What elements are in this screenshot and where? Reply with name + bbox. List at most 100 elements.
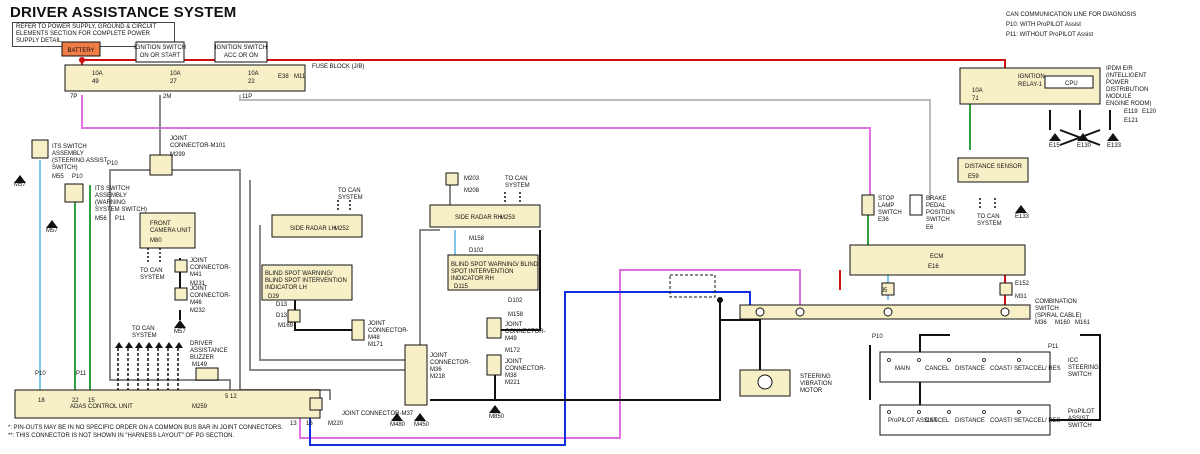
svg-text:JOINT: JOINT: [430, 353, 448, 359]
svg-text:CANCEL: CANCEL: [925, 366, 950, 372]
svg-text:10A: 10A: [972, 88, 983, 94]
svg-text:D13: D13: [276, 302, 288, 308]
svg-text:ProPILOT: ProPILOT: [1068, 409, 1095, 415]
svg-text:71: 71: [972, 96, 979, 102]
switch-contact: [887, 358, 891, 362]
svg-text:PEDAL: PEDAL: [926, 203, 946, 209]
svg-text:TO CAN: TO CAN: [977, 214, 1000, 220]
svg-text:JOINT: JOINT: [505, 359, 523, 365]
svg-text:SIDE RADAR LH: SIDE RADAR LH: [290, 226, 336, 232]
svg-text:(STEERING ASSIST: (STEERING ASSIST: [52, 158, 108, 164]
svg-text:TO CAN: TO CAN: [338, 188, 361, 194]
svg-text:CAMERA UNIT: CAMERA UNIT: [150, 228, 191, 234]
svg-text:(INTELLIGENT: (INTELLIGENT: [1106, 73, 1147, 79]
svg-text:M203: M203: [464, 176, 480, 182]
svg-text:BLIND SPOT INTERVENTION: BLIND SPOT INTERVENTION: [265, 278, 347, 284]
svg-text:CONNECTOR-M101: CONNECTOR-M101: [170, 143, 226, 149]
svg-text:IGNITION: IGNITION: [1018, 74, 1045, 80]
svg-text:M57: M57: [14, 182, 26, 188]
svg-text:12: 12: [230, 394, 237, 400]
svg-text:M450: M450: [414, 422, 430, 428]
svg-text:DISTRIBUTION: DISTRIBUTION: [1106, 87, 1148, 93]
svg-text:M221: M221: [505, 380, 521, 386]
svg-text:49: 49: [92, 79, 99, 85]
svg-text:M57: M57: [46, 228, 58, 234]
svg-text:SIDE RADAR RH: SIDE RADAR RH: [455, 215, 502, 221]
svg-text:JOINT: JOINT: [190, 258, 208, 264]
svg-text:(WARNING: (WARNING: [95, 200, 126, 206]
svg-text:CONNECTOR-: CONNECTOR-: [368, 328, 409, 334]
svg-text:ITS SWITCH: ITS SWITCH: [95, 186, 130, 192]
svg-text:DISTANCE SENSOR: DISTANCE SENSOR: [965, 164, 1023, 170]
svg-text:LAMP: LAMP: [878, 203, 894, 209]
svg-text:M57: M57: [174, 329, 186, 335]
svg-text:E119: E119: [1124, 109, 1138, 115]
svg-text:SWITCH: SWITCH: [878, 210, 902, 216]
switch-contact: [982, 410, 986, 414]
svg-text:E133: E133: [1015, 214, 1030, 220]
svg-text:JOINT: JOINT: [368, 321, 386, 327]
svg-text:22: 22: [248, 79, 255, 85]
svg-text:RELAY-1: RELAY-1: [1018, 82, 1043, 88]
svg-text:IGNITION SWITCH: IGNITION SWITCH: [215, 45, 267, 51]
adas-box: [14, 389, 321, 419]
svg-text:M299: M299: [170, 152, 186, 158]
svg-text:E16: E16: [928, 264, 939, 270]
svg-text:COAST/ SET: COAST/ SET: [990, 366, 1026, 372]
svg-text:16: 16: [306, 421, 313, 427]
svg-text:M169: M169: [278, 323, 294, 329]
switch-contact: [917, 358, 921, 362]
svg-text:CONNECTOR-: CONNECTOR-: [505, 366, 546, 372]
svg-text:M46: M46: [190, 300, 202, 306]
switch-contact: [982, 358, 986, 362]
switch-contact: [1017, 358, 1021, 362]
svg-text:D102: D102: [508, 298, 523, 304]
svg-text:M80: M80: [150, 238, 162, 244]
battery-label: BATTERY: [67, 48, 94, 54]
svg-text:MODULE: MODULE: [1106, 94, 1132, 100]
svg-text:CONNECTOR-: CONNECTOR-: [430, 360, 471, 366]
svg-text:E130: E130: [1077, 143, 1092, 149]
svg-text:COAST/ SET: COAST/ SET: [990, 418, 1026, 424]
svg-text:TO CAN: TO CAN: [505, 176, 528, 182]
svg-text:SWITCH: SWITCH: [1068, 423, 1092, 429]
svg-text:ECM: ECM: [930, 254, 943, 260]
svg-text:D115: D115: [454, 284, 469, 290]
svg-text:D13: D13: [276, 313, 288, 319]
svg-text:SWITCH: SWITCH: [926, 217, 950, 223]
svg-text:TO CAN: TO CAN: [140, 268, 163, 274]
svg-text:M208: M208: [464, 188, 480, 194]
jc36-box: [404, 344, 428, 406]
svg-text:M41: M41: [190, 272, 202, 278]
svg-text:M48: M48: [368, 335, 380, 341]
svg-text:E59: E59: [968, 174, 979, 180]
svg-text:MAIN: MAIN: [895, 366, 910, 372]
svg-text:SYSTEM: SYSTEM: [140, 275, 165, 281]
svg-text:STOP: STOP: [878, 196, 894, 202]
svg-text:ON OR START: ON OR START: [140, 53, 181, 59]
svg-text:ITS SWITCH: ITS SWITCH: [52, 144, 87, 150]
svg-text:DISTANCE: DISTANCE: [955, 366, 985, 372]
svg-text:M158: M158: [508, 312, 524, 318]
svg-text:E152: E152: [1015, 281, 1030, 287]
svg-text:MOTOR: MOTOR: [800, 388, 823, 394]
svg-text:SWITCH): SWITCH): [52, 165, 78, 171]
svg-text:P10: P10: [107, 161, 118, 167]
svg-text:M172: M172: [505, 348, 521, 354]
svg-text:INDICATOR LH: INDICATOR LH: [265, 285, 307, 291]
ecm-box: [849, 244, 1026, 276]
svg-text:BLIND SPOT WARNING/: BLIND SPOT WARNING/: [265, 271, 333, 277]
svg-text:M252: M252: [334, 226, 350, 232]
svg-text:ASSEMBLY: ASSEMBLY: [95, 193, 127, 199]
svg-text:M218: M218: [430, 374, 446, 380]
svg-text:JOINT: JOINT: [170, 136, 188, 142]
svg-text:M36: M36: [1035, 320, 1047, 326]
svg-text:JOINT: JOINT: [190, 286, 208, 292]
svg-text:SPOT INTERVENTION: SPOT INTERVENTION: [451, 269, 513, 275]
svg-text:JOINT: JOINT: [505, 322, 523, 328]
svg-text:ACC OR ON: ACC OR ON: [224, 53, 258, 59]
fuse-block: [64, 64, 306, 92]
svg-text:DRIVER: DRIVER: [190, 341, 213, 347]
svg-text:D29: D29: [268, 294, 280, 300]
svg-text:SWITCH: SWITCH: [1035, 306, 1059, 312]
